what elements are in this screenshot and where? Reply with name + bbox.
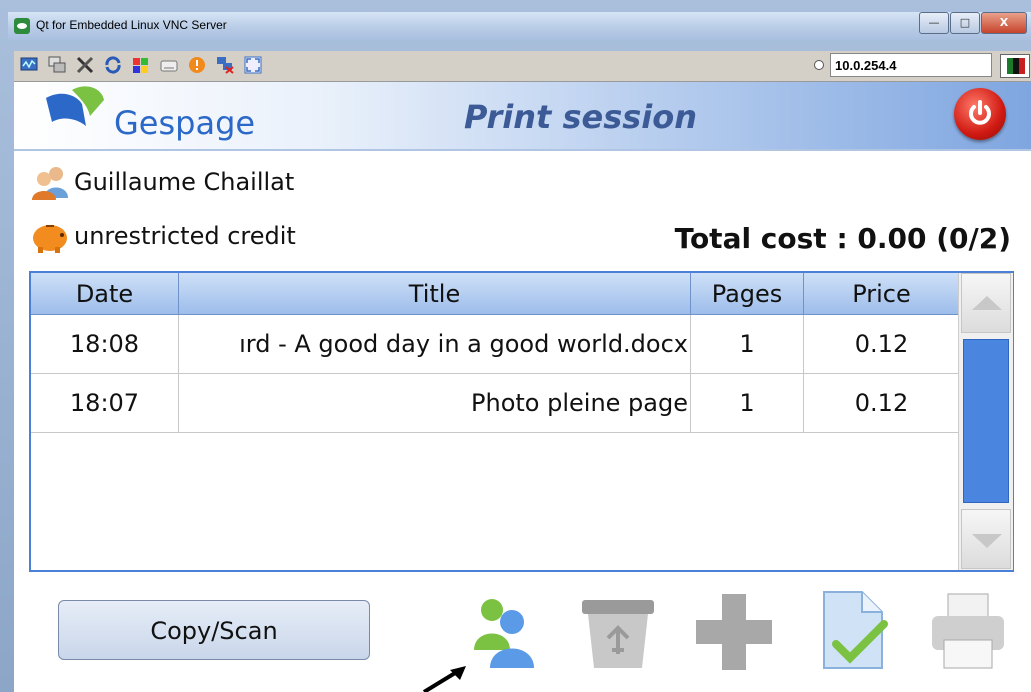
- piggy-bank-icon: [30, 218, 70, 254]
- copy-scan-button[interactable]: Copy/Scan: [58, 600, 370, 660]
- document-check-icon[interactable]: [814, 588, 894, 672]
- users-icon[interactable]: [466, 588, 546, 672]
- cell-price: 0.12: [804, 374, 960, 433]
- window-title: Qt for Embedded Linux VNC Server: [36, 18, 227, 32]
- maximize-button[interactable]: □: [950, 12, 980, 34]
- tools-icon[interactable]: [76, 56, 94, 74]
- window-controls: — □ X: [918, 12, 1027, 34]
- colors-icon[interactable]: [132, 56, 150, 74]
- cell-title: Photo pleine page: [179, 374, 691, 433]
- cell-price: 0.12: [804, 315, 960, 374]
- scroll-down-button[interactable]: [961, 509, 1011, 569]
- power-icon: [969, 100, 991, 125]
- cell-date: 18:08: [31, 315, 179, 374]
- vnc-toolbar: 10.0.254.4: [14, 51, 1031, 82]
- table-body: 18:08 ırd - A good day in a good world.d…: [31, 315, 960, 433]
- table-scrollbar[interactable]: [958, 273, 1013, 570]
- cell-title: ırd - A good day in a good world.docx: [179, 315, 691, 374]
- arrow-down-icon: [972, 534, 1002, 548]
- disconnect-icon[interactable]: [216, 56, 234, 74]
- cell-date: 18:07: [31, 374, 179, 433]
- connection-indicator: [814, 60, 824, 70]
- total-cost: Total cost : 0.00 (0/2): [674, 222, 1011, 255]
- keyboard-icon[interactable]: [160, 56, 178, 74]
- pointer-arrow-icon: [422, 666, 466, 692]
- user-name: Guillaume Chaillat: [74, 168, 295, 196]
- recycle-bin-icon[interactable]: [578, 588, 658, 672]
- status-flag-icon: [1000, 54, 1030, 78]
- add-icon[interactable]: [694, 588, 774, 672]
- credit-row: unrestricted credit: [30, 218, 296, 254]
- arrow-up-icon: [972, 296, 1002, 310]
- printer-icon[interactable]: [928, 588, 1008, 672]
- ip-address-field[interactable]: 10.0.254.4: [830, 53, 992, 77]
- column-header-price[interactable]: Price: [804, 273, 960, 315]
- column-header-pages[interactable]: Pages: [691, 273, 804, 315]
- power-button[interactable]: [954, 88, 1006, 140]
- windows-icon[interactable]: [48, 56, 66, 74]
- cell-pages: 1: [691, 374, 804, 433]
- user-row: Guillaume Chaillat: [30, 164, 294, 200]
- cell-pages: 1: [691, 315, 804, 374]
- alert-icon[interactable]: [188, 56, 206, 74]
- screen-title: Print session: [464, 98, 698, 136]
- app-header: Gespage Print session: [14, 82, 1031, 151]
- app-icon: [14, 18, 30, 34]
- logo-text: Gespage: [114, 104, 256, 142]
- credit-label: unrestricted credit: [74, 222, 296, 250]
- gespage-app: Gespage Print session Guillaume Chaillat: [14, 82, 1031, 692]
- table-row[interactable]: 18:08 ırd - A good day in a good world.d…: [31, 315, 960, 374]
- table-header: Date Title Pages Price: [31, 273, 960, 315]
- minimize-button[interactable]: —: [919, 12, 949, 34]
- column-header-date[interactable]: Date: [31, 273, 179, 315]
- jobs-table: Date Title Pages Price 18:08 ırd - A goo…: [29, 271, 1014, 572]
- refresh-icon[interactable]: [104, 56, 122, 74]
- fullscreen-icon[interactable]: [244, 56, 262, 74]
- column-header-title[interactable]: Title: [179, 273, 691, 315]
- close-button[interactable]: X: [981, 12, 1027, 34]
- table-row[interactable]: 18:07 Photo pleine page 1 0.12: [31, 374, 960, 433]
- scroll-thumb[interactable]: [963, 339, 1009, 503]
- vnc-window: Qt for Embedded Linux VNC Server — □ X 1…: [0, 0, 1031, 692]
- scroll-up-button[interactable]: [961, 273, 1011, 333]
- window-titlebar[interactable]: Qt for Embedded Linux VNC Server — □ X: [8, 12, 1031, 40]
- user-icon: [30, 164, 70, 200]
- gespage-logo: Gespage: [42, 82, 282, 146]
- monitor-icon[interactable]: [20, 56, 38, 74]
